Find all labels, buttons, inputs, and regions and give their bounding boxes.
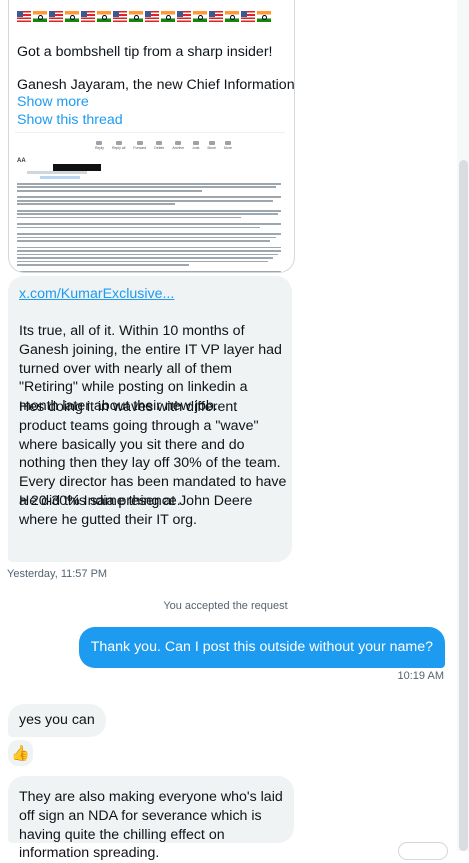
email-text-line <box>17 250 281 252</box>
email-text-line <box>17 199 274 202</box>
email-text-line <box>17 253 279 256</box>
india-flag-icon <box>257 11 271 22</box>
us-flag-icon <box>113 11 127 22</box>
email-text-line <box>17 260 268 263</box>
email-toolbar-item: Move <box>207 141 216 150</box>
incoming-message-bubble: They are also making everyone who's laid… <box>8 776 294 861</box>
india-flag-icon <box>65 11 79 22</box>
email-text-line <box>17 223 281 225</box>
email-toolbar-item: Junk <box>192 141 199 150</box>
email-toolbar-item: Forward <box>133 141 146 150</box>
us-flag-icon <box>49 11 63 22</box>
email-text-line <box>17 246 281 249</box>
email-text-line <box>17 186 276 189</box>
reaction-emoji: 👍 <box>11 745 30 762</box>
india-flag-icon <box>33 11 47 22</box>
email-text-line <box>17 189 202 192</box>
india-flag-icon <box>97 11 111 22</box>
email-text-line <box>17 257 274 259</box>
scroll-to-bottom-button[interactable] <box>398 842 448 860</box>
email-toolbar-item: Reply all <box>112 141 125 150</box>
email-text-line <box>17 183 281 185</box>
incoming-message-bubble: x.com/KumarExclusive... Its true, all of… <box>8 276 292 562</box>
show-more-link[interactable]: Show more <box>17 94 89 110</box>
message-timestamp: 10:19 AM <box>397 670 444 682</box>
message-text: They are also making everyone who's laid… <box>19 789 283 862</box>
tweet-text-snippet: Ganesh Jayaram, the new Chief Informatio… <box>17 77 295 93</box>
thumbs-up-icon[interactable]: 👍 <box>8 740 33 766</box>
shared-tweet-card[interactable]: Got a bombshell tip from a sharp insider… <box>8 0 295 273</box>
email-toolbar: Reply Reply all Forward Delete Archive Junk Mo… <box>95 141 232 150</box>
email-text-line <box>17 240 271 242</box>
email-text-line <box>17 233 281 235</box>
email-screenshot-image[interactable]: Reply Reply all Forward Delete Archive Junk Mo… <box>15 132 285 272</box>
us-flag-icon <box>145 11 159 22</box>
email-recipient-line <box>40 176 80 179</box>
india-flag-icon <box>225 11 239 22</box>
email-text-line <box>17 213 279 215</box>
india-flag-icon <box>129 11 143 22</box>
email-text-line <box>17 203 176 206</box>
incoming-message-bubble: yes you can <box>8 704 106 737</box>
outgoing-message-bubble: Thank you. Can I post this outside witho… <box>78 627 445 668</box>
system-message: You accepted the request <box>163 600 288 612</box>
email-toolbar-item: Delete <box>154 141 164 150</box>
show-thread-link[interactable]: Show this thread <box>17 112 123 128</box>
tweet-headline: Got a bombshell tip from a sharp insider… <box>17 44 273 60</box>
flag-emoji-row <box>17 9 271 25</box>
email-text-line <box>17 226 260 229</box>
india-flag-icon <box>193 11 207 22</box>
scrollbar-track[interactable] <box>457 0 469 851</box>
us-flag-icon <box>81 11 95 22</box>
us-flag-icon <box>17 11 31 22</box>
email-toolbar-item: Archive <box>172 141 184 150</box>
email-text-line <box>17 236 276 239</box>
email-text-line <box>17 216 242 219</box>
email-toolbar-item: Reply <box>95 141 104 150</box>
email-text-line <box>17 270 281 272</box>
tweet-link[interactable]: x.com/KumarExclusive... <box>19 285 174 304</box>
message-paragraph: He did this same thing at John Deere whe… <box>19 493 253 528</box>
email-address-line <box>27 171 87 174</box>
scrollbar-thumb[interactable] <box>459 160 468 851</box>
email-toolbar-item: More <box>224 141 232 150</box>
us-flag-icon <box>241 11 255 22</box>
email-text-line <box>17 209 281 212</box>
email-sender-avatar: AA <box>17 158 26 164</box>
redaction-bar <box>53 164 101 171</box>
message-timestamp: Yesterday, 11:57 PM <box>7 568 108 580</box>
india-flag-icon <box>161 11 175 22</box>
email-text-line <box>17 264 189 266</box>
us-flag-icon <box>177 11 191 22</box>
us-flag-icon <box>209 11 223 22</box>
email-body-text-lines <box>17 183 281 272</box>
email-text-line <box>17 196 281 199</box>
